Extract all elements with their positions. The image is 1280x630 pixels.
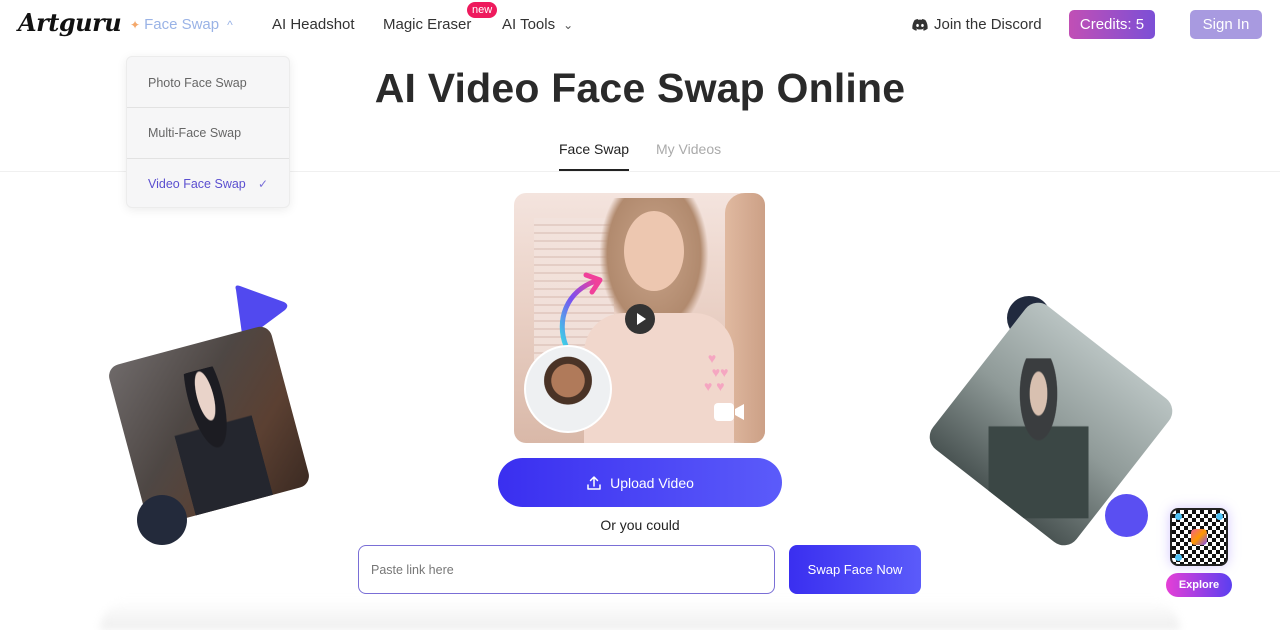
video-camera-icon bbox=[714, 403, 744, 421]
new-badge: new bbox=[467, 2, 498, 18]
bottom-section-edge bbox=[100, 600, 1180, 630]
qr-code[interactable] bbox=[1170, 508, 1228, 566]
paste-link-input[interactable] bbox=[358, 545, 775, 594]
upload-icon bbox=[587, 475, 601, 490]
video-preview[interactable]: ♥ ♥♥ ♥ ♥ bbox=[514, 193, 765, 443]
logo[interactable]: Artguru bbox=[18, 8, 122, 37]
hearts-decoration: ♥ ♥♥ ♥ ♥ bbox=[704, 350, 729, 394]
tab-face-swap[interactable]: Face Swap bbox=[559, 141, 630, 171]
dropdown-item-video-face-swap[interactable]: Video Face Swap ✓ bbox=[127, 158, 289, 209]
discord-icon bbox=[912, 18, 928, 31]
app-logo-icon bbox=[1191, 529, 1207, 545]
nav-face-swap-label: Face Swap bbox=[144, 16, 220, 33]
chevron-up-icon: ^ bbox=[227, 18, 233, 32]
chevron-down-icon: ⌄ bbox=[563, 18, 574, 32]
join-discord-link[interactable]: Join the Discord bbox=[912, 16, 1042, 33]
qr-corner bbox=[1175, 554, 1182, 561]
nav-ai-tools-label: AI Tools bbox=[502, 16, 556, 33]
swap-arrow-icon bbox=[559, 272, 603, 349]
nav-magic-eraser[interactable]: Magic Eraser bbox=[383, 16, 471, 33]
explore-button[interactable]: Explore bbox=[1166, 573, 1232, 597]
qr-corner bbox=[1175, 513, 1182, 520]
or-you-could-text: Or you could bbox=[600, 517, 680, 533]
sample-image-left bbox=[106, 324, 312, 528]
qr-corner bbox=[1216, 513, 1223, 520]
nav-face-swap[interactable]: ✦ Face Swap ^ bbox=[130, 16, 233, 33]
sign-in-button[interactable]: Sign In bbox=[1190, 10, 1262, 39]
dropdown-item-multi-face-swap[interactable]: Multi-Face Swap bbox=[127, 107, 289, 158]
face-swap-dropdown: Photo Face Swap Multi-Face Swap Video Fa… bbox=[126, 56, 290, 208]
nav-ai-tools[interactable]: AI Tools ⌄ bbox=[502, 16, 573, 33]
tab-my-videos[interactable]: My Videos bbox=[656, 141, 721, 157]
top-navigation: Artguru ✦ Face Swap ^ AI Headshot Magic Er… bbox=[0, 0, 1280, 50]
swap-face-now-button[interactable]: Swap Face Now bbox=[789, 545, 921, 594]
sparkle-icon: ✦ bbox=[130, 18, 141, 32]
discord-label: Join the Discord bbox=[934, 16, 1042, 33]
play-button[interactable] bbox=[625, 304, 655, 334]
dropdown-item-label: Video Face Swap bbox=[148, 177, 246, 191]
check-icon: ✓ bbox=[258, 177, 269, 191]
upload-video-label: Upload Video bbox=[610, 474, 694, 491]
credits-button[interactable]: Credits: 5 bbox=[1069, 10, 1155, 39]
dropdown-item-label: Multi-Face Swap bbox=[148, 126, 242, 140]
person-figure bbox=[988, 358, 1089, 519]
target-face bbox=[624, 211, 684, 291]
dropdown-item-photo-face-swap[interactable]: Photo Face Swap bbox=[127, 57, 289, 108]
nav-ai-headshot[interactable]: AI Headshot bbox=[272, 16, 355, 33]
upload-video-button[interactable]: Upload Video bbox=[498, 458, 782, 507]
source-face-thumbnail bbox=[524, 345, 612, 433]
dropdown-item-label: Photo Face Swap bbox=[148, 75, 247, 90]
